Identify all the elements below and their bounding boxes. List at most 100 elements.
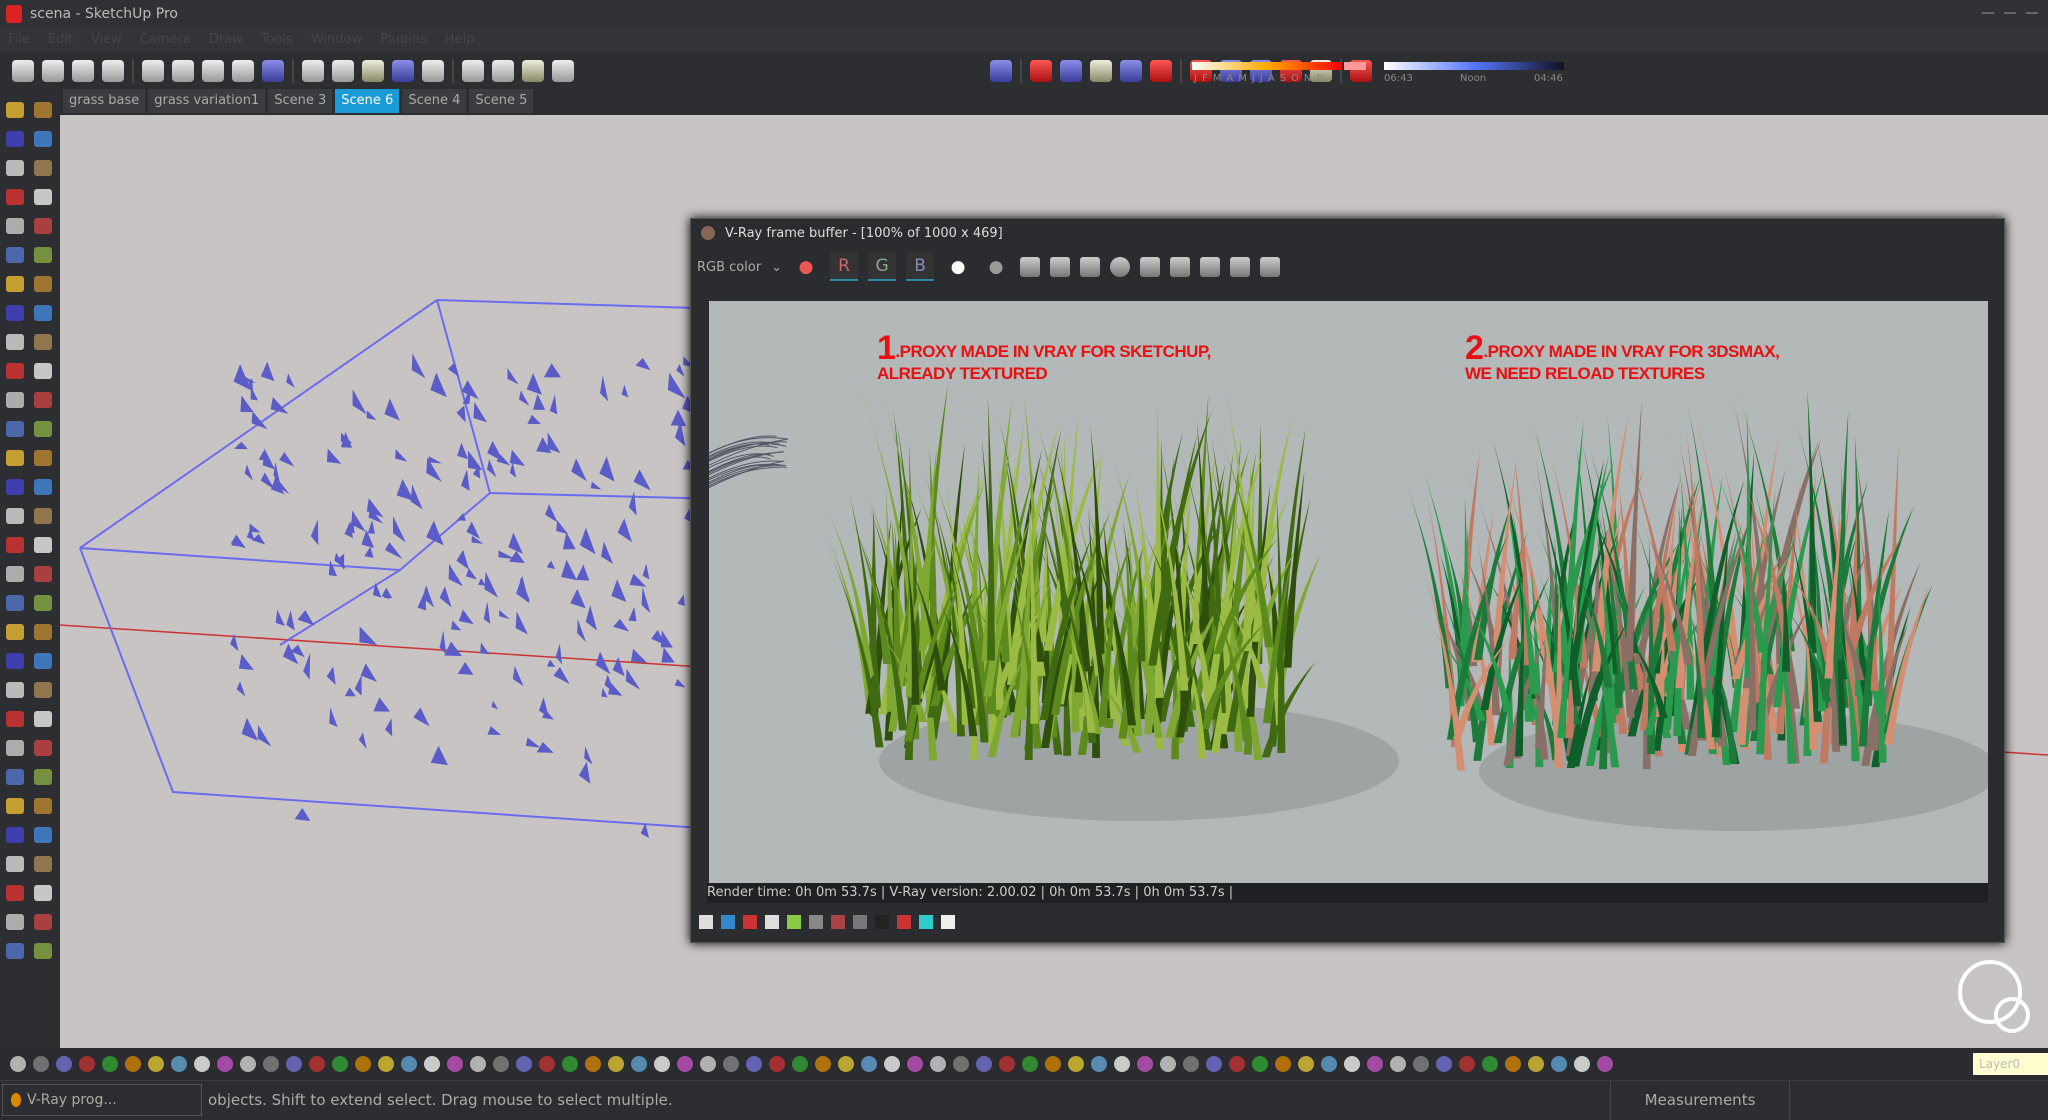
left-tool-icon[interactable]	[34, 131, 52, 147]
scene-tab[interactable]: grass base	[63, 89, 146, 113]
left-tool-icon[interactable]	[6, 363, 24, 379]
toolbar-tool-icon[interactable]	[262, 60, 284, 82]
vray-tool-icon[interactable]	[831, 915, 845, 929]
left-tool-icon[interactable]	[6, 943, 24, 959]
compare-b-icon[interactable]	[1260, 257, 1281, 277]
vray-tool-icon[interactable]	[721, 915, 735, 929]
scene-tab[interactable]: grass variation1	[148, 89, 266, 113]
toolbar-tool-icon[interactable]	[362, 60, 384, 82]
bottom-tool-icon[interactable]	[723, 1056, 739, 1072]
bottom-tool-icon[interactable]	[815, 1056, 831, 1072]
color-channels-icon[interactable]: ●	[792, 253, 820, 281]
left-tool-icon[interactable]	[34, 624, 52, 640]
mono-icon[interactable]: ●	[982, 253, 1010, 281]
bottom-tool-icon[interactable]	[1298, 1056, 1314, 1072]
bottom-tool-icon[interactable]	[700, 1056, 716, 1072]
left-tool-icon[interactable]	[6, 537, 24, 553]
bottom-tool-icon[interactable]	[792, 1056, 808, 1072]
vray-tool-icon[interactable]	[743, 915, 757, 929]
bottom-tool-icon[interactable]	[953, 1056, 969, 1072]
left-tool-icon[interactable]	[34, 247, 52, 263]
toolbar-tool-icon[interactable]	[1060, 60, 1082, 82]
maximize-button[interactable]	[2004, 6, 2016, 14]
left-tool-icon[interactable]	[6, 682, 24, 698]
bottom-tool-icon[interactable]	[355, 1056, 371, 1072]
left-tool-icon[interactable]	[34, 856, 52, 872]
bottom-tool-icon[interactable]	[539, 1056, 555, 1072]
bottom-tool-icon[interactable]	[1597, 1056, 1613, 1072]
left-tool-icon[interactable]	[6, 508, 24, 524]
bottom-tool-icon[interactable]	[263, 1056, 279, 1072]
vray-tool-icon[interactable]	[941, 915, 955, 929]
left-tool-icon[interactable]	[6, 276, 24, 292]
bottom-tool-icon[interactable]	[1160, 1056, 1176, 1072]
chevron-down-icon[interactable]: ⌄	[771, 260, 782, 275]
toolbar-tool-icon[interactable]	[72, 60, 94, 82]
left-tool-icon[interactable]	[34, 276, 52, 292]
bottom-tool-icon[interactable]	[677, 1056, 693, 1072]
left-tool-icon[interactable]	[6, 827, 24, 843]
menu-plugins[interactable]: Plugins	[380, 32, 427, 47]
toolbar-tool-icon[interactable]	[12, 60, 34, 82]
left-tool-icon[interactable]	[6, 595, 24, 611]
vray-tool-icon[interactable]	[897, 915, 911, 929]
toolbar-tool-icon[interactable]	[392, 60, 414, 82]
bottom-tool-icon[interactable]	[884, 1056, 900, 1072]
toolbar-tool-icon[interactable]	[1150, 60, 1172, 82]
bottom-tool-icon[interactable]	[1482, 1056, 1498, 1072]
vray-tool-icon[interactable]	[875, 915, 889, 929]
track-mouse-icon[interactable]	[1140, 257, 1161, 277]
toolbar-tool-icon[interactable]	[1090, 60, 1112, 82]
bottom-tool-icon[interactable]	[769, 1056, 785, 1072]
left-tool-icon[interactable]	[6, 885, 24, 901]
bottom-tool-icon[interactable]	[1390, 1056, 1406, 1072]
left-tool-icon[interactable]	[6, 914, 24, 930]
left-tool-icon[interactable]	[6, 740, 24, 756]
left-tool-icon[interactable]	[6, 798, 24, 814]
left-tool-icon[interactable]	[6, 305, 24, 321]
bottom-tool-icon[interactable]	[746, 1056, 762, 1072]
compare-a-icon[interactable]	[1230, 257, 1251, 277]
bottom-tool-icon[interactable]	[516, 1056, 532, 1072]
bottom-tool-icon[interactable]	[907, 1056, 923, 1072]
vray-tool-icon[interactable]	[809, 915, 823, 929]
bottom-tool-icon[interactable]	[447, 1056, 463, 1072]
clear-icon[interactable]	[1110, 257, 1131, 277]
bottom-tool-icon[interactable]	[194, 1056, 210, 1072]
left-tool-icon[interactable]	[6, 334, 24, 350]
bottom-tool-icon[interactable]	[608, 1056, 624, 1072]
toolbar-tool-icon[interactable]	[102, 60, 124, 82]
bottom-tool-icon[interactable]	[1551, 1056, 1567, 1072]
scene-tab[interactable]: Scene 4	[402, 89, 467, 113]
blue-channel-button[interactable]: B	[906, 253, 935, 281]
left-tool-icon[interactable]	[34, 421, 52, 437]
bottom-tool-icon[interactable]	[240, 1056, 256, 1072]
bottom-tool-icon[interactable]	[585, 1056, 601, 1072]
bottom-tool-icon[interactable]	[1367, 1056, 1383, 1072]
bottom-tool-icon[interactable]	[378, 1056, 394, 1072]
scene-tab[interactable]: Scene 5	[469, 89, 534, 113]
toolbar-tool-icon[interactable]	[202, 60, 224, 82]
bottom-tool-icon[interactable]	[861, 1056, 877, 1072]
bottom-tool-icon[interactable]	[1114, 1056, 1130, 1072]
bottom-tool-icon[interactable]	[125, 1056, 141, 1072]
bottom-tool-icon[interactable]	[1574, 1056, 1590, 1072]
left-tool-icon[interactable]	[6, 131, 24, 147]
bottom-tool-icon[interactable]	[930, 1056, 946, 1072]
left-tool-icon[interactable]	[34, 102, 52, 118]
render-teapot-icon[interactable]	[1170, 257, 1191, 277]
left-tool-icon[interactable]	[34, 305, 52, 321]
bottom-tool-icon[interactable]	[79, 1056, 95, 1072]
bottom-tool-icon[interactable]	[838, 1056, 854, 1072]
left-tool-icon[interactable]	[6, 218, 24, 234]
left-tool-icon[interactable]	[34, 450, 52, 466]
left-tool-icon[interactable]	[34, 798, 52, 814]
toolbar-tool-icon[interactable]	[172, 60, 194, 82]
menu-tools[interactable]: Tools	[261, 32, 293, 47]
left-tool-icon[interactable]	[6, 450, 24, 466]
time-slider[interactable]	[1384, 62, 1564, 70]
bottom-tool-icon[interactable]	[1528, 1056, 1544, 1072]
red-channel-button[interactable]: R	[830, 253, 859, 281]
bottom-tool-icon[interactable]	[1413, 1056, 1429, 1072]
close-button[interactable]	[2026, 6, 2038, 14]
